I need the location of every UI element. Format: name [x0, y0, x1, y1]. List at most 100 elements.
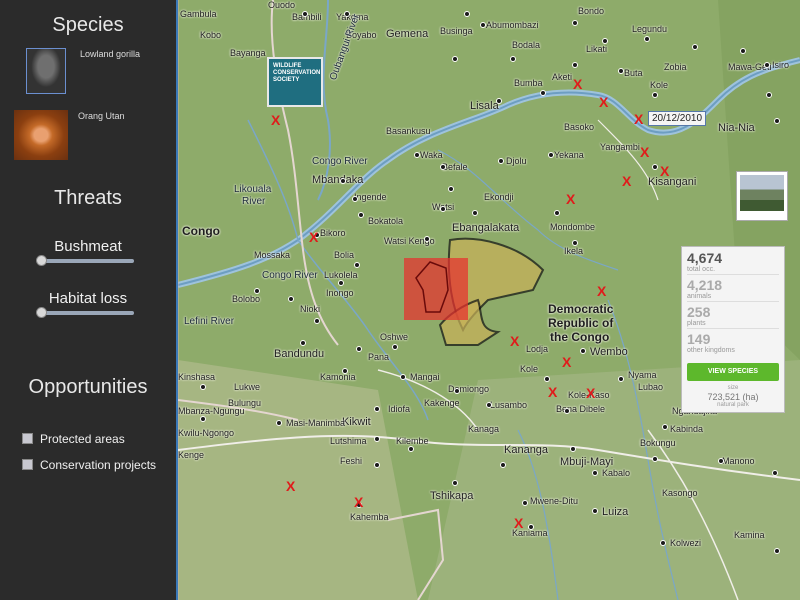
view-species-button[interactable]: VIEW SPECIES: [687, 363, 779, 381]
threat-marker[interactable]: X: [597, 284, 606, 298]
region-label: River: [242, 196, 266, 207]
place-label: Kole: [520, 364, 539, 374]
place-label: Kamonia: [320, 372, 356, 382]
threat-label-habitat-loss: Habitat loss: [48, 290, 128, 307]
city-dot: [572, 240, 578, 246]
habitat-loss-slider-handle[interactable]: [36, 307, 47, 318]
city-dot: [644, 36, 650, 42]
habitat-loss-slider[interactable]: [36, 307, 134, 318]
city-dot: [454, 388, 460, 394]
city-dot: [200, 416, 206, 422]
place-label: Yekana: [554, 150, 584, 160]
orangutan-thumbnail[interactable]: [14, 110, 68, 160]
size-sub-label: natural park: [717, 402, 749, 408]
city-dot: [340, 178, 346, 184]
city-dot: [522, 500, 528, 506]
species-item-gorilla[interactable]: Lowland gorilla: [0, 48, 176, 98]
country-label: the Congo: [550, 330, 610, 344]
city-dot: [414, 152, 420, 158]
city-dot: [498, 158, 504, 164]
threat-marker[interactable]: X: [660, 164, 669, 178]
place-label: Mossaka: [254, 250, 291, 260]
city-dot: [314, 318, 320, 324]
city-dot: [528, 524, 534, 530]
city-dot: [592, 470, 598, 476]
place-label: Idiofa: [388, 404, 411, 414]
place-label: Gemena: [386, 28, 429, 40]
place-label: Luiza: [602, 506, 629, 518]
bushmeat-slider-handle[interactable]: [36, 255, 47, 266]
threat-marker[interactable]: X: [573, 77, 582, 91]
bushmeat-slider[interactable]: [36, 255, 134, 266]
stat-plants: 258 plants: [687, 305, 779, 328]
place-label: Kwilu-Ngongo: [178, 428, 235, 438]
stat-value: 149: [687, 331, 711, 347]
threat-marker[interactable]: X: [599, 95, 608, 109]
place-label: Kenge: [178, 450, 205, 460]
city-dot: [302, 11, 308, 17]
threat-marker[interactable]: X: [586, 386, 595, 400]
threat-marker[interactable]: X: [562, 355, 571, 369]
city-dot: [540, 90, 546, 96]
place-label: Kakenge: [424, 398, 460, 408]
conservation-projects-checkbox[interactable]: [22, 459, 33, 470]
wildlife-conservation-society-logo: WILDLIFE CONSERVATION SOCIETY: [267, 57, 323, 107]
place-label: Inongo: [326, 288, 354, 298]
threat-marker[interactable]: X: [640, 145, 649, 159]
river-label: Congo River: [312, 156, 368, 167]
threat-marker[interactable]: X: [510, 334, 519, 348]
place-label: Mondombe: [550, 222, 596, 232]
threat-marker[interactable]: X: [548, 385, 557, 399]
city-dot: [338, 280, 344, 286]
place-label: Ekondji: [484, 192, 514, 202]
city-dot: [692, 44, 698, 50]
stat-label: plants: [687, 320, 706, 327]
city-dot: [400, 374, 406, 380]
place-label: Nyama: [628, 370, 657, 380]
threat-marker[interactable]: X: [622, 174, 631, 188]
opportunity-label: Protected areas: [40, 432, 125, 446]
species-label: Orang Utan: [78, 111, 125, 121]
stat-label: other kingdoms: [687, 347, 735, 354]
place-label: Businga: [440, 26, 473, 36]
divider: [687, 328, 779, 329]
volcano-photo-icon: [740, 175, 784, 211]
stat-label: total occ.: [687, 266, 716, 273]
place-label: Abumombazi: [486, 20, 539, 30]
place-label: Kolwezi: [670, 538, 702, 548]
city-dot: [718, 458, 724, 464]
map-view[interactable]: WILDLIFE CONSERVATION SOCIETY Gambula Ou…: [178, 0, 800, 600]
place-label: Lisala: [470, 100, 499, 112]
city-dot: [652, 456, 658, 462]
opportunity-label: Conservation projects: [40, 458, 157, 472]
threat-marker[interactable]: X: [354, 495, 363, 509]
protected-areas-checkbox[interactable]: [22, 433, 33, 444]
threat-label-bushmeat: Bushmeat: [54, 238, 122, 255]
city-dot: [496, 98, 502, 104]
stat-other-kingdoms: 149 other kingdoms: [687, 332, 779, 355]
place-label: Manono: [722, 456, 755, 466]
city-dot: [356, 346, 362, 352]
city-dot: [424, 236, 430, 242]
place-label: Ouodo: [268, 0, 296, 10]
city-dot: [358, 212, 364, 218]
city-dot: [464, 11, 470, 17]
threat-marker[interactable]: X: [286, 479, 295, 493]
city-dot: [618, 376, 624, 382]
city-dot: [440, 164, 446, 170]
gorilla-thumbnail[interactable]: [26, 48, 66, 94]
threat-marker[interactable]: X: [514, 516, 523, 530]
city-dot: [618, 68, 624, 74]
park-photo[interactable]: [736, 171, 788, 221]
threat-marker[interactable]: X: [566, 192, 575, 206]
city-dot: [342, 368, 348, 374]
city-dot: [276, 420, 282, 426]
species-item-orangutan[interactable]: Orang Utan: [0, 110, 176, 160]
place-label: Lodja: [526, 344, 549, 354]
place-label: Bokatola: [368, 216, 404, 226]
threat-marker[interactable]: X: [634, 112, 643, 126]
threat-marker[interactable]: X: [271, 113, 280, 127]
place-label: Waka: [420, 150, 443, 160]
city-dot: [772, 470, 778, 476]
threat-marker[interactable]: X: [309, 230, 318, 244]
